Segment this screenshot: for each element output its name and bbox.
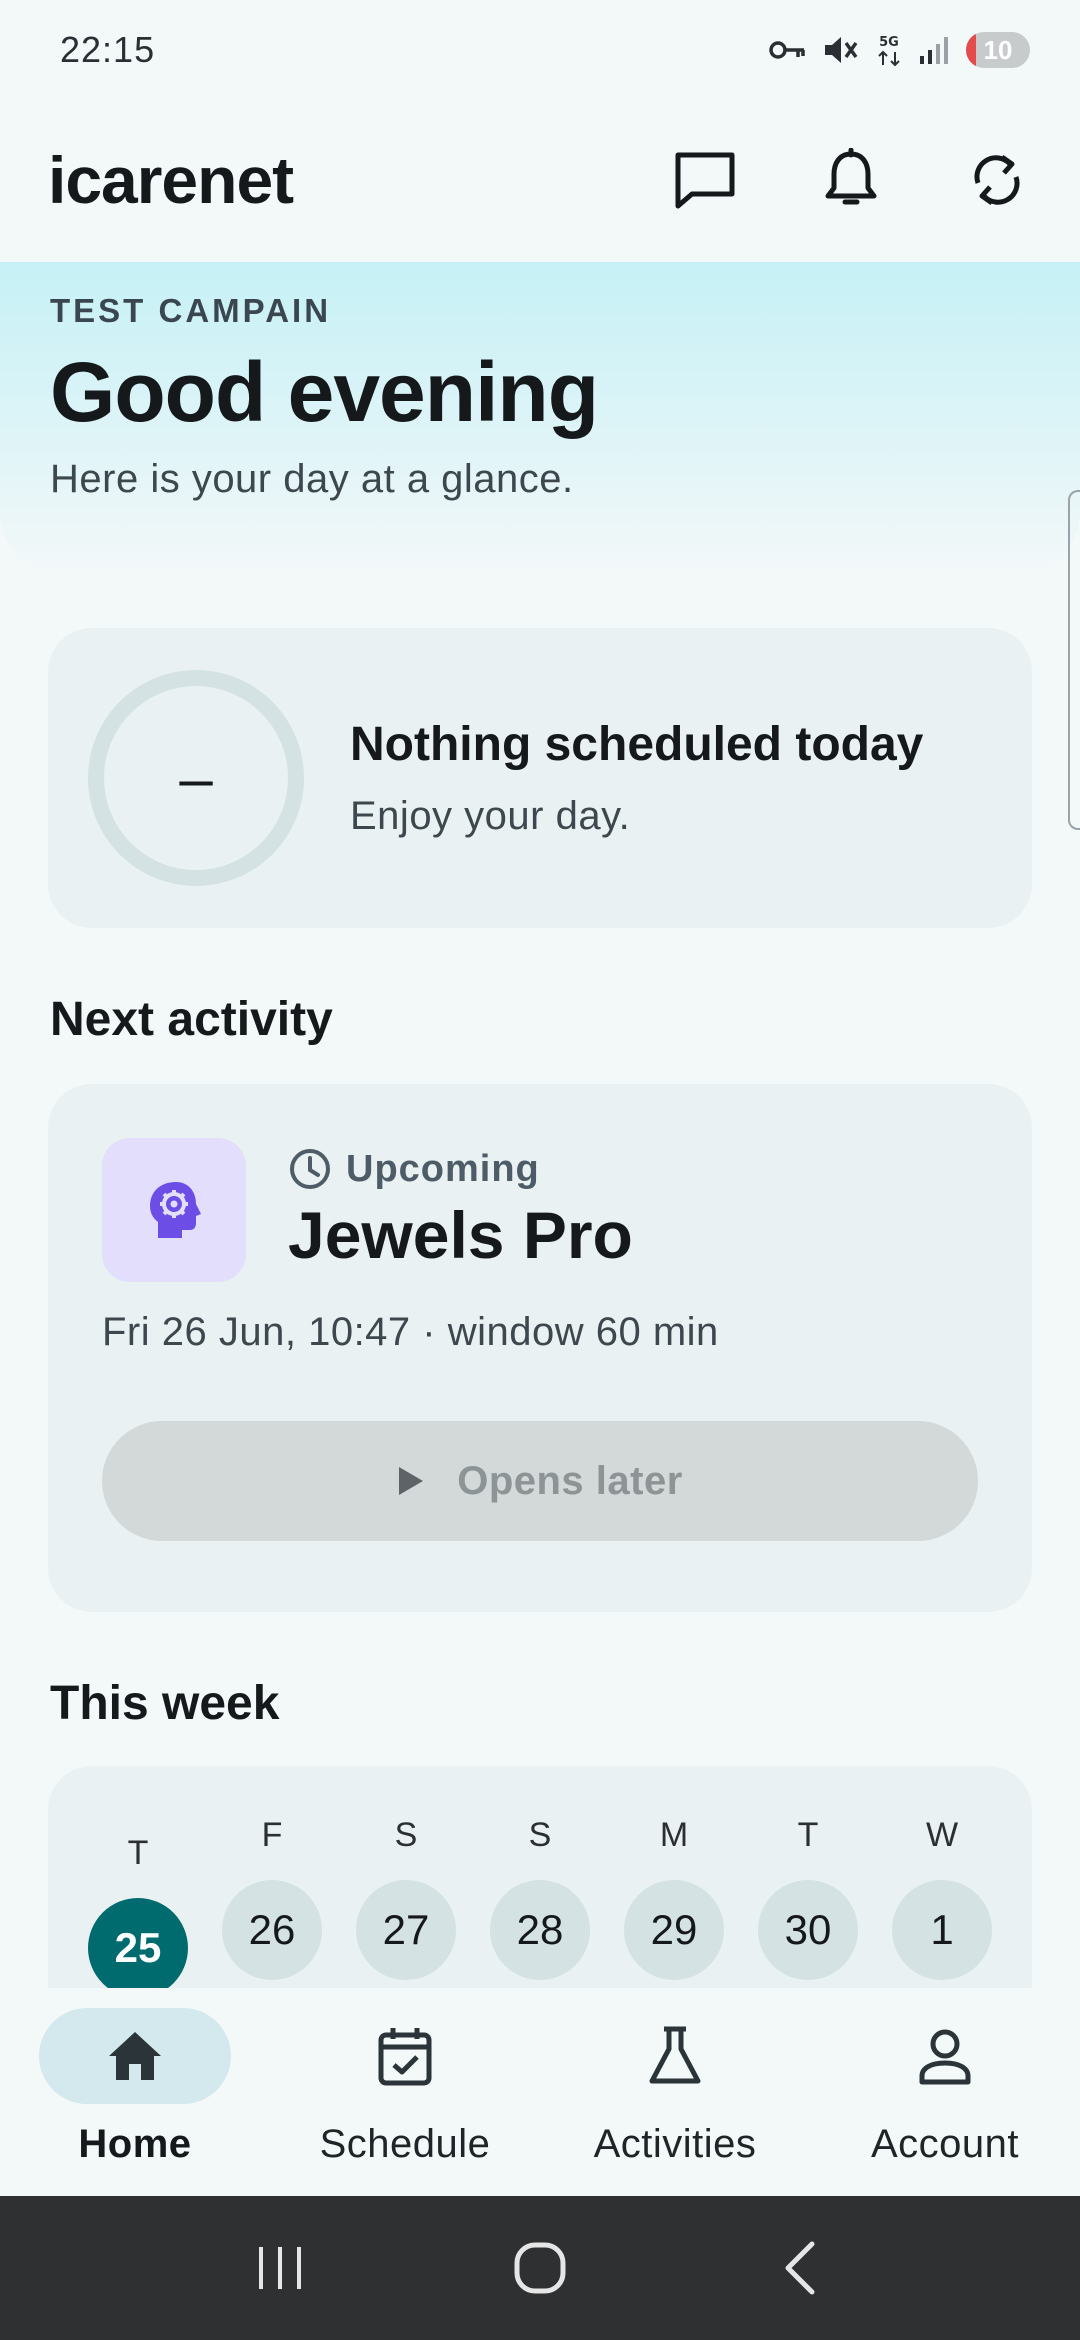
activity-status: Upcoming — [288, 1147, 633, 1191]
bottom-navigation: Home Schedule Activities Account — [0, 1990, 1080, 2196]
battery-indicator: 10 — [966, 32, 1030, 68]
recent-apps-button[interactable] — [230, 2228, 330, 2308]
campaign-name: TEST CAMPAIN — [50, 292, 332, 329]
day-letter: F — [261, 1816, 283, 1854]
network-label: 5G — [879, 35, 899, 50]
next-activity-heading: Next activity — [50, 993, 333, 1046]
opens-later-button[interactable]: Opens later — [102, 1421, 978, 1541]
this-week-heading: This week — [50, 1677, 280, 1730]
status-time: 22:15 — [60, 29, 156, 70]
day-cell[interactable]: W 1 — [892, 1816, 992, 1980]
nav-item-account[interactable]: Account — [810, 1990, 1080, 2196]
status-bar: 22:15 5G 10 — [0, 0, 1080, 100]
nav-label: Schedule — [319, 2122, 491, 2166]
today-summary-card: – Nothing scheduled today Enjoy your day… — [48, 628, 1032, 928]
day-number: 28 — [490, 1880, 590, 1980]
today-text: Nothing scheduled today Enjoy your day. — [350, 717, 923, 839]
notifications-button[interactable] — [816, 145, 886, 215]
opens-later-label: Opens later — [457, 1458, 683, 1503]
week-strip-card: T 25 F 26 S 27 S 28 M 29 T 30 W 1 — [48, 1766, 1032, 1988]
brain-gear-icon — [150, 1182, 201, 1238]
day-number: 1 — [892, 1880, 992, 1980]
next-activity-meta: Upcoming Jewels Pro — [288, 1147, 633, 1273]
clock-icon — [290, 1149, 330, 1189]
nav-label: Account — [870, 2122, 1020, 2166]
signal-icon — [920, 37, 948, 64]
day-cell[interactable]: S 27 — [356, 1816, 456, 1980]
nav-label: Home — [78, 2122, 192, 2166]
nav-label: Activities — [593, 2122, 757, 2166]
progress-ring-value: – — [179, 744, 213, 812]
person-icon — [919, 2029, 971, 2085]
status-icons: 5G 10 — [768, 32, 1030, 68]
week-days: T 25 F 26 S 27 S 28 M 29 T 30 W 1 — [88, 1766, 992, 1988]
5g-icon: 5G — [878, 35, 900, 67]
messages-icon — [675, 152, 735, 209]
today-title: Nothing scheduled today — [350, 718, 924, 771]
day-number: 26 — [222, 1880, 322, 1980]
greeting-title: Good evening — [50, 345, 599, 439]
day-letter: S — [528, 1816, 552, 1854]
nav-pill — [579, 2008, 771, 2104]
app-bar-actions — [670, 145, 1032, 215]
next-activity-header: Upcoming Jewels Pro — [102, 1138, 978, 1282]
home-icon — [109, 2032, 161, 2080]
nav-pill — [309, 2008, 501, 2104]
day-number: 29 — [624, 1880, 724, 1980]
back-system-button[interactable] — [750, 2228, 850, 2308]
back-chevron-icon — [785, 2241, 815, 2295]
sync-icon — [974, 154, 1020, 206]
nav-pill — [39, 2008, 231, 2104]
nav-item-activities[interactable]: Activities — [540, 1990, 810, 2196]
system-navigation-bar — [0, 2196, 1080, 2340]
greeting-subtitle: Here is your day at a glance. — [50, 457, 574, 501]
app-title: icarenet — [48, 143, 294, 217]
battery-level: 10 — [983, 34, 1013, 65]
play-icon — [399, 1467, 424, 1495]
day-cell-today[interactable]: T 25 — [88, 1834, 188, 1988]
next-activity-card[interactable]: Upcoming Jewels Pro Fri 26 Jun, 10:47 · … — [48, 1084, 1032, 1612]
day-number: 27 — [356, 1880, 456, 1980]
day-letter: S — [394, 1816, 418, 1854]
flask-icon — [649, 2026, 701, 2084]
messages-button[interactable] — [670, 145, 740, 215]
nav-pill — [849, 2008, 1041, 2104]
scroll-edge-indicator — [1068, 490, 1080, 830]
nav-item-schedule[interactable]: Schedule — [270, 1990, 540, 2196]
day-cell[interactable]: F 26 — [222, 1816, 322, 1980]
today-subtitle: Enjoy your day. — [350, 794, 631, 838]
greeting-hero: TEST CAMPAIN Good evening Here is your d… — [0, 262, 1080, 572]
app-bar: icarenet — [0, 100, 1080, 260]
activity-status-label: Upcoming — [346, 1147, 540, 1190]
day-cell[interactable]: T 30 — [758, 1816, 858, 1980]
activity-tile — [102, 1138, 246, 1282]
home-system-button[interactable] — [490, 2228, 590, 2308]
day-letter: M — [659, 1816, 689, 1854]
recent-apps-icon — [259, 2247, 301, 2289]
notifications-bell-icon — [825, 148, 877, 205]
day-letter: T — [127, 1834, 149, 1872]
activity-name: Jewels Pro — [288, 1198, 633, 1272]
sync-button[interactable] — [962, 145, 1032, 215]
calendar-check-icon — [378, 2028, 432, 2086]
nav-item-home[interactable]: Home — [0, 1990, 270, 2196]
activity-time: Fri 26 Jun, 10:47 · window 60 min — [102, 1310, 719, 1354]
home-circle-icon — [514, 2242, 566, 2294]
day-number: 25 — [88, 1898, 188, 1988]
mute-icon — [825, 37, 858, 63]
progress-ring: – — [88, 670, 304, 886]
day-letter: T — [797, 1816, 819, 1854]
vpn-key-icon — [769, 41, 805, 59]
day-letter: W — [925, 1816, 959, 1854]
day-cell[interactable]: M 29 — [624, 1816, 724, 1980]
day-number: 30 — [758, 1880, 858, 1980]
day-cell[interactable]: S 28 — [490, 1816, 590, 1980]
